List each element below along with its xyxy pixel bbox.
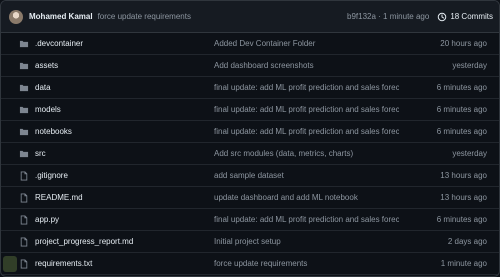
commit-message[interactable]: force update requirements — [98, 12, 191, 21]
file-name-link[interactable]: .gitignore — [35, 171, 214, 180]
commits-link[interactable]: 18 Commits — [437, 12, 493, 22]
file-name-link[interactable]: notebooks — [35, 127, 214, 136]
history-icon — [437, 12, 447, 22]
commit-message-link[interactable]: final update: add ML profit prediction a… — [214, 105, 399, 114]
file-icon — [19, 259, 29, 269]
commit-time: 6 minutes ago — [436, 105, 487, 114]
file-row[interactable]: project_progress_report.md Initial projec… — [1, 231, 499, 253]
avatar[interactable] — [9, 9, 23, 24]
commit-time: 13 hours ago — [440, 171, 487, 180]
folder-icon — [19, 83, 29, 93]
commit-time: yesterday — [452, 149, 487, 158]
commit-message-link[interactable]: final update: add ML profit prediction a… — [214, 215, 399, 224]
commit-message-link[interactable]: add sample dataset — [214, 171, 399, 180]
commit-time: 2 days ago — [447, 237, 487, 246]
folder-icon — [19, 39, 29, 49]
file-row[interactable]: data final update: add ML profit predicti… — [1, 77, 499, 99]
commit-message-link[interactable]: update dashboard and add ML notebook — [214, 193, 399, 202]
file-name-link[interactable]: src — [35, 149, 214, 158]
file-row[interactable]: assets Add dashboard screenshots yesterday — [1, 55, 499, 77]
file-row[interactable]: notebooks final update: add ML profit pre… — [1, 121, 499, 143]
folder-icon — [19, 61, 29, 71]
repository-file-browser: Mohamed Kamal force update requirements … — [0, 0, 500, 277]
commit-time: 6 minutes ago — [436, 83, 487, 92]
file-name-link[interactable]: project_progress_report.md — [35, 237, 214, 246]
file-name-link[interactable]: assets — [35, 61, 214, 70]
file-row[interactable]: requirements.txt force update requirement… — [1, 253, 499, 275]
folder-icon — [19, 127, 29, 137]
file-icon — [19, 215, 29, 225]
folder-icon — [19, 149, 29, 159]
file-row[interactable]: .gitignore add sample dataset 13 hours ago — [1, 165, 499, 187]
file-name-link[interactable]: README.md — [35, 193, 214, 202]
commit-message-link[interactable]: force update requirements — [214, 259, 399, 268]
commits-count-label: 18 Commits — [450, 12, 493, 21]
commit-time: 6 minutes ago — [436, 127, 487, 136]
file-name-link[interactable]: app.py — [35, 215, 214, 224]
commit-meta[interactable]: b9f132a · 1 minute ago — [347, 12, 429, 21]
commit-author[interactable]: Mohamed Kamal — [29, 12, 93, 21]
file-name-link[interactable]: .devcontainer — [35, 39, 214, 48]
folder-icon — [19, 105, 29, 115]
latest-commit-bar: Mohamed Kamal force update requirements … — [1, 1, 499, 33]
file-name-link[interactable]: models — [35, 105, 214, 114]
file-row[interactable]: .devcontainer Added Dev Container Folder 2… — [1, 33, 499, 55]
file-icon — [19, 171, 29, 181]
commit-message-link[interactable]: Add dashboard screenshots — [214, 61, 399, 70]
commit-time: 13 hours ago — [440, 193, 487, 202]
file-row[interactable]: README.md update dashboard and add ML not… — [1, 187, 499, 209]
file-row[interactable]: models final update: add ML profit predic… — [1, 99, 499, 121]
commit-time: 20 hours ago — [440, 39, 487, 48]
file-icon — [19, 237, 29, 247]
file-list: .devcontainer Added Dev Container Folder 2… — [1, 33, 499, 275]
file-name-link[interactable]: requirements.txt — [35, 259, 214, 268]
commit-message-link[interactable]: Added Dev Container Folder — [214, 39, 399, 48]
commit-message-link[interactable]: final update: add ML profit prediction a… — [214, 83, 399, 92]
commit-time: 1 minute ago — [440, 259, 487, 268]
file-row[interactable]: app.py final update: add ML profit predic… — [1, 209, 499, 231]
file-name-link[interactable]: data — [35, 83, 214, 92]
commit-message-link[interactable]: Initial project setup — [214, 237, 399, 246]
commit-message-link[interactable]: final update: add ML profit prediction a… — [214, 127, 399, 136]
commit-time: yesterday — [452, 61, 487, 70]
commit-message-link[interactable]: Add src modules (data, metrics, charts) — [214, 149, 399, 158]
commit-time: 6 minutes ago — [436, 215, 487, 224]
file-icon — [19, 193, 29, 203]
file-row[interactable]: src Add src modules (data, metrics, chart… — [1, 143, 499, 165]
corner-badge-icon — [3, 256, 17, 272]
